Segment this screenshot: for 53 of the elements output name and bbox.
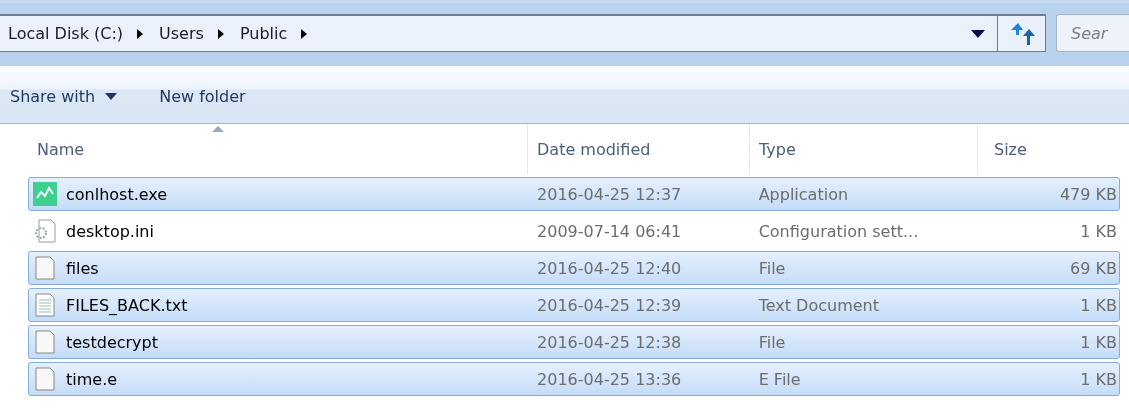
file-row[interactable]: files 2016-04-25 12:40 File 69 KB — [28, 251, 1120, 285]
file-type: File — [758, 332, 786, 352]
file-type: E File — [758, 369, 801, 389]
column-header[interactable]: Type — [750, 124, 978, 174]
breadcrumb[interactable]: Local Disk (C:) — [8, 24, 124, 43]
file-size: 1 KB — [1080, 369, 1117, 389]
file-type: File — [758, 258, 786, 278]
blank-file-icon — [33, 367, 57, 391]
file-size: 1 KB — [1080, 332, 1117, 352]
chevron-right-icon[interactable] — [216, 27, 225, 40]
column-header[interactable]: Name — [28, 124, 528, 174]
file-type: Configuration sett... — [758, 221, 919, 241]
date-modified: 2016-04-25 12:38 — [537, 332, 682, 352]
date-modified: 2016-04-25 12:37 — [537, 184, 682, 204]
chevron-right-icon[interactable] — [300, 27, 309, 40]
file-row[interactable]: desktop.ini 2009-07-14 06:41 Configuration sett... 1 KB — [28, 214, 1120, 248]
settings-file-icon — [33, 219, 57, 243]
file-type: Application — [758, 184, 849, 204]
blank-file-icon — [33, 256, 57, 280]
date-modified: 2016-04-25 12:39 — [537, 295, 682, 315]
file-name: files — [66, 258, 99, 278]
file-size: 1 KB — [1080, 221, 1117, 241]
sort-ascending-icon — [211, 126, 224, 132]
date-modified: 2009-07-14 06:41 — [537, 221, 682, 241]
column-header[interactable]: Size — [978, 124, 1120, 174]
file-row[interactable]: conlhost.exe 2016-04-25 12:37 Application 479 KB — [28, 177, 1120, 211]
file-size: 69 KB — [1070, 258, 1117, 278]
application-icon — [33, 182, 57, 206]
address-bar[interactable]: Local Disk (C:) Users Public — [0, 14, 1046, 52]
blank-file-icon — [33, 330, 57, 354]
file-type: Text Document — [758, 295, 879, 315]
toolbar-button[interactable]: New folder — [153, 83, 252, 110]
file-name: testdecrypt — [66, 332, 158, 352]
dropdown-arrow-icon[interactable] — [971, 29, 985, 38]
toolbar-button[interactable]: Share with — [4, 83, 124, 110]
search-field[interactable]: Sear — [1056, 14, 1129, 52]
date-modified: 2016-04-25 12:40 — [537, 258, 682, 278]
text-file-icon — [33, 293, 57, 317]
breadcrumb[interactable]: Users — [159, 24, 204, 43]
file-size: 479 KB — [1059, 184, 1117, 204]
date-modified: 2016-04-25 13:36 — [537, 369, 682, 389]
file-row[interactable]: testdecrypt 2016-04-25 12:38 File 1 KB — [28, 325, 1120, 359]
chevron-right-icon[interactable] — [136, 27, 145, 40]
file-row[interactable]: FILES_BACK.txt 2016-04-25 12:39 Text Document 1 KB — [28, 288, 1120, 322]
column-header[interactable]: Date modified — [528, 124, 750, 174]
file-name: FILES_BACK.txt — [66, 295, 188, 315]
breadcrumb[interactable]: Public — [239, 24, 288, 43]
file-size: 1 KB — [1080, 295, 1117, 315]
file-row[interactable]: time.e 2016-04-25 13:36 E File 1 KB — [28, 362, 1120, 396]
file-name: desktop.ini — [66, 221, 154, 241]
file-name: conlhost.exe — [66, 184, 168, 204]
file-name: time.e — [66, 369, 118, 389]
caret-icon — [105, 93, 118, 100]
